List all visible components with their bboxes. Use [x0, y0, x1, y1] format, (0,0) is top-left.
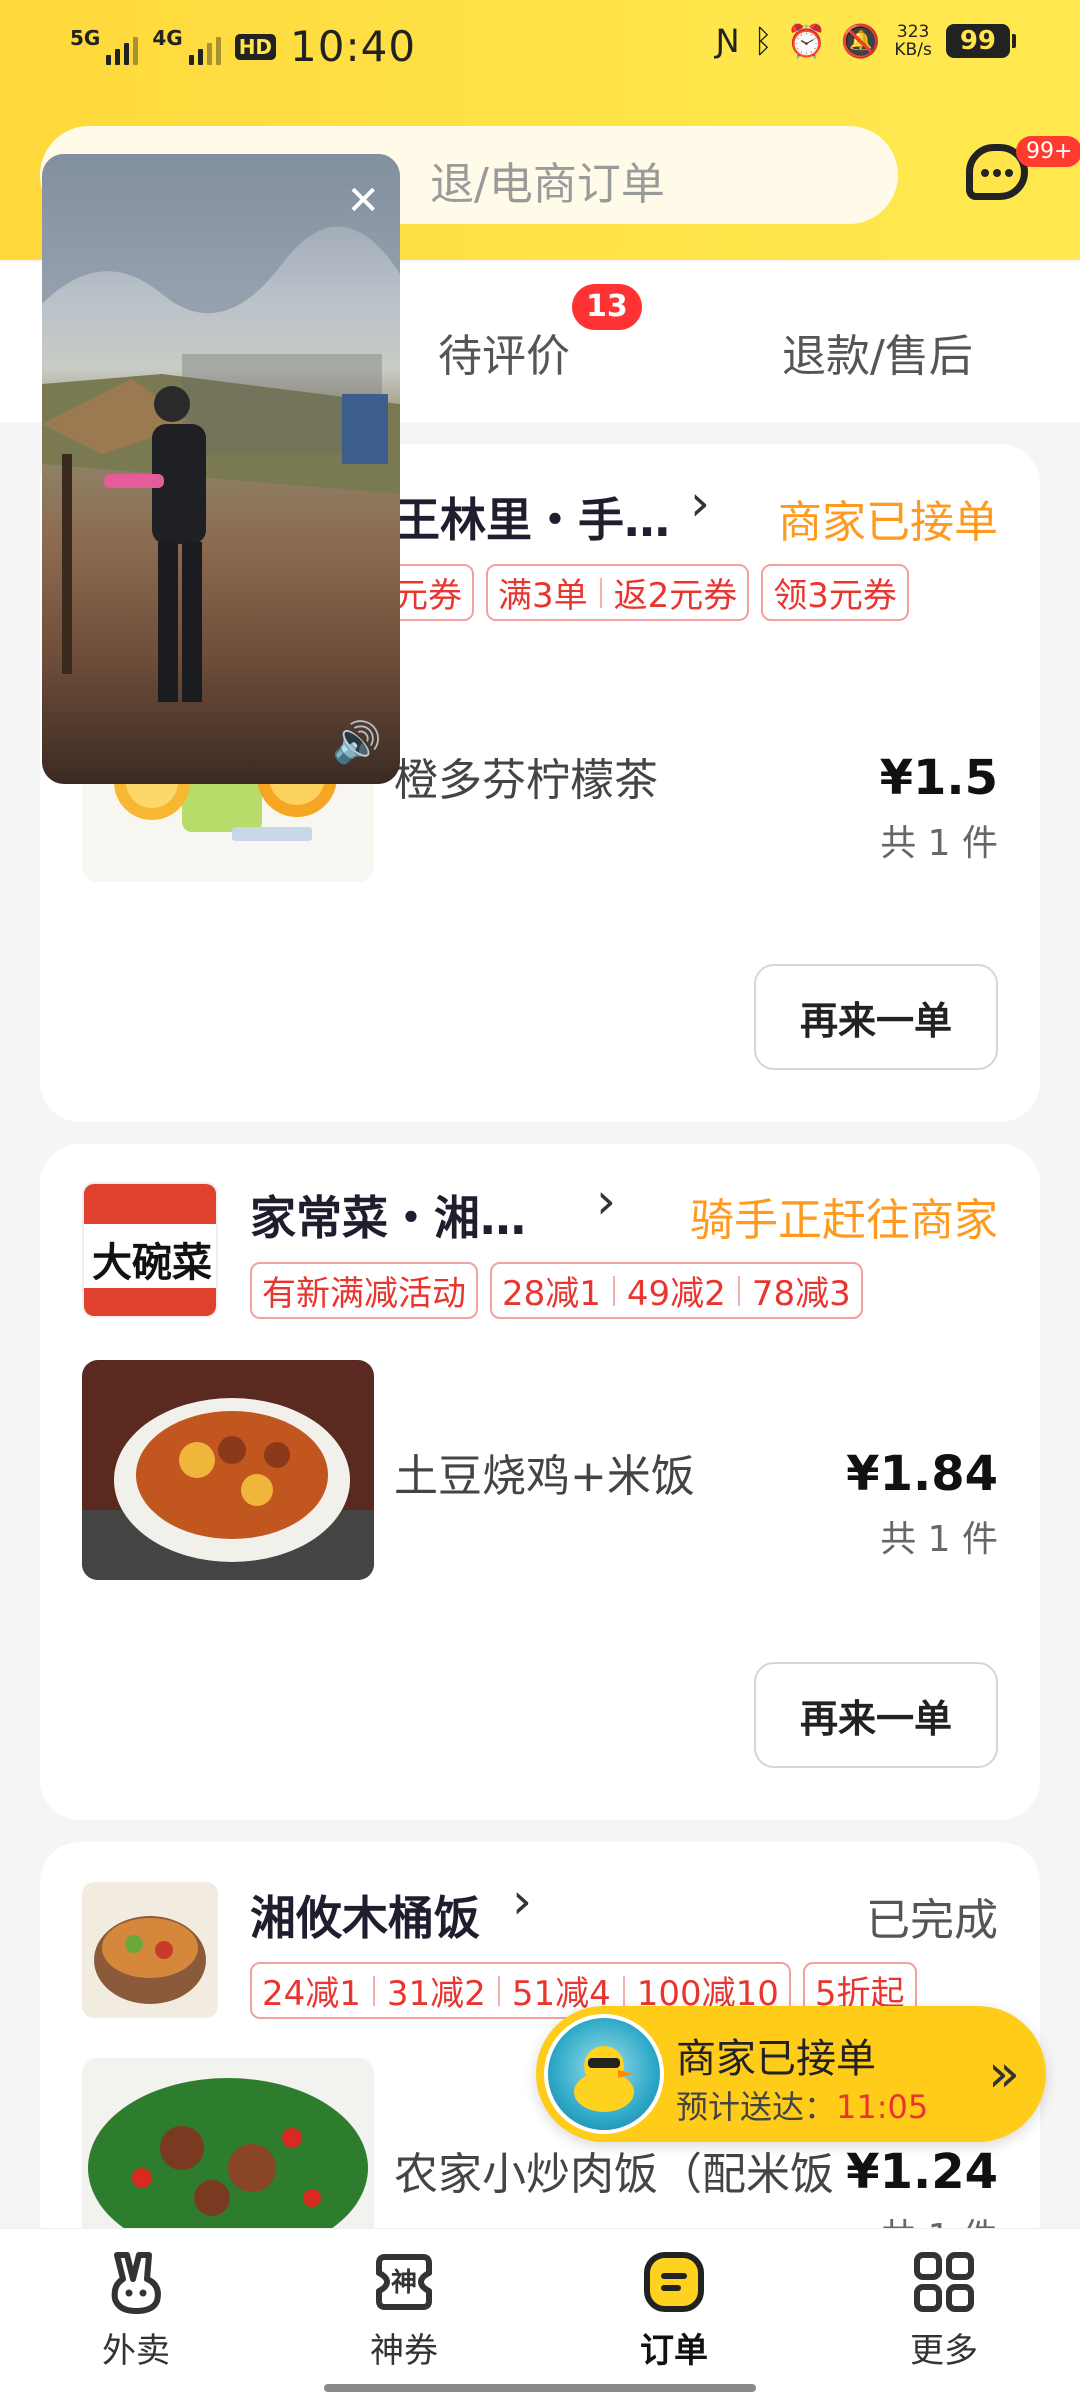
coupon-icon: 神 [371, 2249, 437, 2315]
order-card[interactable]: 大碗菜 家常菜・湘… › 骑手正赶往商家 有新满减活动 28减1 49减2 78减3… [40, 1144, 1040, 1820]
promo-tags: 元券 满3单 返2元券 领3元券 [382, 564, 909, 621]
promo-tag: 28减1 49减2 78减3 [490, 1262, 863, 1319]
nav-label: 神券 [370, 2331, 438, 2371]
floating-video-player[interactable]: ✕ 🔊 [42, 154, 400, 784]
promo-tag: 有新满减活动 [250, 1262, 478, 1319]
status-bar: 5G 4G HD 10:40 Ɲ ᛒ ⏰ 🔕 323 KB/s 99 [0, 0, 1080, 96]
order-status: 商家已接单 [778, 497, 998, 548]
shop-name[interactable]: 王林里・手… [394, 484, 670, 550]
bluetooth-icon: ᛒ [753, 22, 773, 60]
signal-5g-icon: 5G [70, 28, 139, 65]
nav-more[interactable]: 更多 [864, 2249, 1024, 2372]
shop-logo [82, 1882, 218, 2018]
double-chevron-right-icon: » [988, 2044, 1020, 2104]
status-right: Ɲ ᛒ ⏰ 🔕 323 KB/s 99 [715, 22, 1017, 60]
promo-tags: 有新满减活动 28减1 49减2 78减3 [250, 1262, 863, 1319]
close-icon[interactable]: ✕ [346, 178, 380, 224]
chicken-potato-image [82, 1360, 374, 1580]
order-progress-pill[interactable]: 商家已接单 预计送达：11:05 » [536, 2006, 1046, 2142]
nav-label: 外卖 [102, 2331, 170, 2371]
pill-title: 商家已接单 [676, 2036, 876, 2082]
item-thumbnail[interactable] [82, 1360, 374, 1580]
bottom-nav: 外卖 神 神券 订单 更多 [0, 2228, 1080, 2400]
duck-mascot-icon [544, 2014, 664, 2134]
signal-4g-icon: 4G [152, 28, 221, 65]
order-status: 骑手正赶往商家 [690, 1195, 998, 1246]
nav-label: 更多 [910, 2331, 978, 2371]
shop-name[interactable]: 家常菜・湘… [250, 1182, 526, 1248]
svg-text:神: 神 [391, 2268, 417, 2298]
reorder-button[interactable]: 再来一单 [754, 1662, 998, 1768]
chevron-right-icon[interactable]: › [690, 474, 710, 532]
eta-time: 11:05 [836, 2088, 929, 2126]
tab-refund-aftersale[interactable]: 退款/售后 [782, 320, 973, 384]
pending-review-badge: 13 [572, 284, 642, 330]
mute-icon: 🔕 [840, 22, 881, 60]
nav-orders[interactable]: 订单 [594, 2249, 754, 2372]
speaker-icon[interactable]: 🔊 [332, 719, 382, 766]
hd-voice-icon: HD [234, 33, 277, 60]
item-name: 橙多芬柠檬茶 [394, 755, 658, 806]
item-price: ¥1.5 [879, 750, 998, 806]
messages-button[interactable]: 99+ [966, 136, 1080, 210]
nav-label: 订单 [640, 2331, 708, 2371]
tab-pending-review[interactable]: 待评价 [438, 320, 570, 384]
video-frame [42, 154, 400, 702]
alarm-icon: ⏰ [786, 22, 827, 60]
rabbit-icon [103, 2249, 169, 2315]
chevron-right-icon[interactable]: › [596, 1172, 616, 1230]
nfc-icon: Ɲ [715, 22, 740, 60]
nav-takeout[interactable]: 外卖 [56, 2249, 216, 2372]
item-quantity: 共 1 件 [880, 823, 998, 864]
clock: 10:40 [290, 22, 417, 71]
shop-name[interactable]: 湘攸木桶饭 [250, 1882, 480, 1948]
order-icon [641, 2249, 707, 2315]
promo-tag: 领3元券 [761, 564, 909, 621]
item-price: ¥1.24 [846, 2144, 998, 2200]
order-status: 已完成 [866, 1895, 998, 1946]
chevron-right-icon[interactable]: › [512, 1872, 532, 1930]
reorder-button[interactable]: 再来一单 [754, 964, 998, 1070]
status-left: 5G 4G HD 10:40 [70, 22, 416, 71]
messages-badge: 99+ [1016, 136, 1080, 167]
item-name: 农家小炒肉饭（配米饭 [394, 2149, 834, 2200]
grid-icon [911, 2249, 977, 2315]
item-quantity: 共 1 件 [880, 1519, 998, 1560]
item-name: 土豆烧鸡+米饭 [394, 1451, 695, 1502]
item-price: ¥1.84 [846, 1446, 998, 1502]
home-indicator[interactable] [324, 2384, 756, 2392]
search-placeholder: 退/电商订单 [430, 159, 665, 210]
net-speed: 323 KB/s [894, 22, 932, 60]
shop-logo: 大碗菜 [82, 1182, 218, 1318]
nav-coupons[interactable]: 神 神券 [324, 2249, 484, 2372]
battery-icon: 99 [945, 24, 1017, 58]
pill-eta: 预计送达：11:05 [676, 2088, 929, 2126]
promo-tag: 满3单 返2元券 [486, 564, 750, 621]
